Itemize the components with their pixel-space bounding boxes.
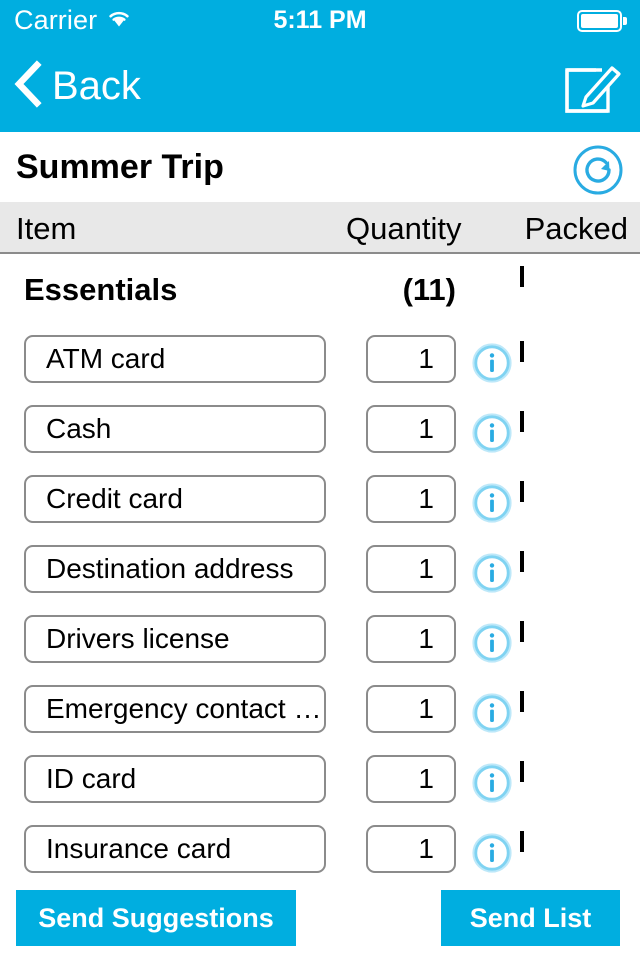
status-bar-time: 5:11 PM xyxy=(273,6,367,34)
item-packed-checkbox[interactable] xyxy=(520,341,524,362)
compose-icon xyxy=(562,66,624,120)
item-row: ID card 1 xyxy=(0,744,640,814)
chevron-left-icon xyxy=(12,59,42,113)
item-quantity-input[interactable]: 1 xyxy=(366,335,456,383)
item-info-button[interactable] xyxy=(472,693,512,738)
checkbox-unchecked-icon[interactable] xyxy=(520,621,524,642)
item-info-button[interactable] xyxy=(472,343,512,388)
title-bar: Summer Trip xyxy=(0,132,640,202)
item-name-input[interactable]: Drivers license xyxy=(24,615,326,663)
item-name-input[interactable]: Insurance card xyxy=(24,825,326,873)
item-name-input[interactable]: Destination address xyxy=(24,545,326,593)
item-quantity-input[interactable]: 1 xyxy=(366,685,456,733)
item-packed-checkbox[interactable] xyxy=(520,411,524,432)
item-quantity-input[interactable]: 1 xyxy=(366,405,456,453)
checkbox-unchecked-icon[interactable] xyxy=(520,691,524,712)
table-column-header: Item Quantity Packed xyxy=(0,202,640,254)
info-icon xyxy=(472,763,512,807)
section-packed-checkbox[interactable] xyxy=(520,266,524,287)
checkbox-unchecked-icon[interactable] xyxy=(520,411,524,432)
checkbox-unchecked-icon[interactable] xyxy=(520,481,524,502)
item-row: Drivers license 1 xyxy=(0,604,640,674)
send-suggestions-button[interactable]: Send Suggestions xyxy=(16,890,296,946)
back-button[interactable]: Back xyxy=(12,56,141,116)
item-packed-checkbox[interactable] xyxy=(520,831,524,852)
item-info-button[interactable] xyxy=(472,833,512,878)
info-icon xyxy=(472,833,512,877)
item-packed-checkbox[interactable] xyxy=(520,691,524,712)
item-info-button[interactable] xyxy=(472,483,512,528)
item-name-input[interactable]: Cash xyxy=(24,405,326,453)
item-info-button[interactable] xyxy=(472,413,512,458)
info-icon xyxy=(472,623,512,667)
footer-button-bar: Send Suggestions Send List xyxy=(0,886,640,960)
column-header-item: Item xyxy=(16,211,77,246)
item-row: Insurance card 1 xyxy=(0,814,640,884)
refresh-button[interactable] xyxy=(572,144,624,201)
info-icon xyxy=(472,413,512,457)
item-row: Destination address 1 xyxy=(0,534,640,604)
section-header-row: Essentials (11) xyxy=(0,254,640,324)
status-bar: Carrier 5:11 PM xyxy=(0,0,640,40)
item-quantity-input[interactable]: 1 xyxy=(366,755,456,803)
section-name: Essentials xyxy=(24,272,178,307)
item-row: Cash 1 xyxy=(0,394,640,464)
item-name-input[interactable]: Credit card xyxy=(24,475,326,523)
item-quantity-input[interactable]: 1 xyxy=(366,545,456,593)
info-icon xyxy=(472,483,512,527)
item-quantity-input[interactable]: 1 xyxy=(366,615,456,663)
info-icon xyxy=(472,693,512,737)
checkbox-unchecked-icon[interactable] xyxy=(520,831,524,852)
item-packed-checkbox[interactable] xyxy=(520,621,524,642)
compose-button[interactable] xyxy=(562,56,624,121)
item-name-input[interactable]: ID card xyxy=(24,755,326,803)
item-info-button[interactable] xyxy=(472,763,512,808)
battery-full-icon xyxy=(577,10,627,37)
item-row: ATM card 1 xyxy=(0,324,640,394)
item-packed-checkbox[interactable] xyxy=(520,761,524,782)
column-header-packed: Packed xyxy=(524,211,628,246)
checkbox-unchecked-icon[interactable] xyxy=(520,551,524,572)
item-row: Emergency contact det… 1 xyxy=(0,674,640,744)
page-title: Summer Trip xyxy=(16,148,224,186)
send-list-button[interactable]: Send List xyxy=(441,890,620,946)
item-quantity-input[interactable]: 1 xyxy=(366,825,456,873)
item-packed-checkbox[interactable] xyxy=(520,551,524,572)
nav-bar: Back xyxy=(0,40,640,132)
item-packed-checkbox[interactable] xyxy=(520,481,524,502)
section-count: (11) xyxy=(402,272,456,307)
item-list[interactable]: Essentials (11) ATM card 1 Cash 1 Credit car… xyxy=(0,254,640,886)
item-quantity-input[interactable]: 1 xyxy=(366,475,456,523)
app-root: Carrier 5:11 PM Back Summer Trip Item Qu… xyxy=(0,0,640,960)
checkbox-unchecked-icon[interactable] xyxy=(520,341,524,362)
info-icon xyxy=(472,553,512,597)
item-name-input[interactable]: ATM card xyxy=(24,335,326,383)
checkbox-unchecked-icon[interactable] xyxy=(520,266,524,287)
checkbox-unchecked-icon[interactable] xyxy=(520,761,524,782)
column-header-quantity: Quantity xyxy=(346,211,462,246)
refresh-icon xyxy=(572,145,624,200)
back-button-label: Back xyxy=(52,64,141,108)
item-row: Credit card 1 xyxy=(0,464,640,534)
item-info-button[interactable] xyxy=(472,623,512,668)
info-icon xyxy=(472,343,512,387)
item-info-button[interactable] xyxy=(472,553,512,598)
item-rows-container: ATM card 1 Cash 1 Credit card 1 Destination ad… xyxy=(0,324,640,884)
item-name-input[interactable]: Emergency contact det… xyxy=(24,685,326,733)
